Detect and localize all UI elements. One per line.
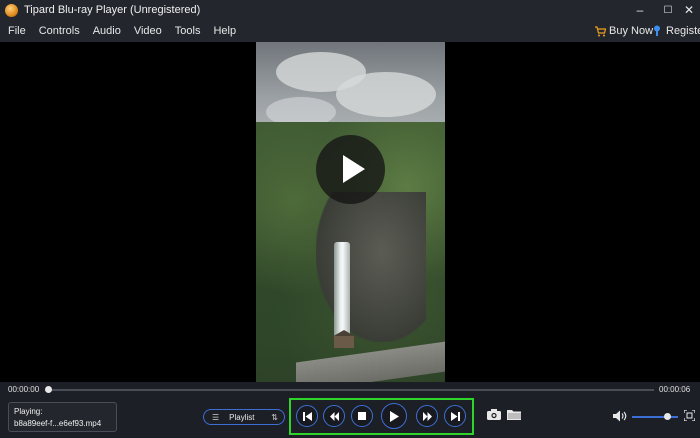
- fullscreen-icon[interactable]: [684, 410, 695, 421]
- menu-controls[interactable]: Controls: [39, 25, 80, 37]
- open-folder-icon[interactable]: [507, 409, 522, 420]
- close-button[interactable]: ✕: [678, 0, 700, 20]
- key-icon: [654, 25, 660, 36]
- menu-video[interactable]: Video: [134, 25, 162, 37]
- seek-bar[interactable]: [48, 389, 654, 391]
- buy-now-label: Buy Now: [609, 25, 654, 37]
- rewind-button[interactable]: [323, 405, 345, 427]
- sort-icon[interactable]: ⇅: [271, 413, 278, 422]
- snapshot-camera-icon[interactable]: [487, 409, 501, 420]
- seek-handle[interactable]: [45, 386, 52, 393]
- register-label: Register: [666, 25, 700, 37]
- video-frame: [256, 42, 445, 382]
- volume-slider[interactable]: [632, 416, 678, 418]
- next-button[interactable]: [444, 405, 466, 427]
- fast-forward-button[interactable]: [416, 405, 438, 427]
- register-link[interactable]: Register: [652, 20, 700, 42]
- window-title: Tipard Blu-ray Player (Unregistered): [24, 4, 201, 16]
- video-display[interactable]: [0, 42, 700, 382]
- list-icon: ☰: [212, 412, 220, 422]
- skip-previous-icon: [302, 411, 312, 421]
- menu-tools[interactable]: Tools: [175, 25, 201, 37]
- center-play-button[interactable]: [316, 135, 385, 204]
- stop-icon: [358, 412, 366, 420]
- now-playing-file: b8a89eef-f...e6ef93.mp4: [14, 419, 102, 428]
- cart-icon: [595, 25, 606, 36]
- title-bar: Tipard Blu-ray Player (Unregistered): [0, 0, 700, 20]
- play-button[interactable]: [381, 403, 407, 429]
- skip-next-icon: [450, 411, 460, 421]
- minimize-button[interactable]: –: [629, 0, 651, 20]
- menu-audio[interactable]: Audio: [93, 25, 121, 37]
- now-playing-label: Playing:: [14, 407, 43, 416]
- current-time: 00:00:00: [8, 385, 40, 394]
- previous-button[interactable]: [296, 405, 318, 427]
- rewind-icon: [329, 411, 339, 421]
- playlist-label: Playlist: [229, 412, 255, 422]
- volume-handle[interactable]: [663, 413, 671, 420]
- volume-icon[interactable]: [613, 410, 627, 422]
- menu-file[interactable]: File: [8, 25, 26, 37]
- total-time: 00:00:06: [659, 385, 691, 394]
- playlist-button[interactable]: ☰ Playlist ⇅: [203, 409, 285, 425]
- play-icon: [390, 410, 399, 422]
- stop-button[interactable]: [351, 405, 373, 427]
- fast-forward-icon: [422, 411, 432, 421]
- app-logo-icon: [5, 3, 18, 17]
- buy-now-link[interactable]: Buy Now: [594, 20, 653, 42]
- menu-help[interactable]: Help: [213, 25, 236, 37]
- now-playing-box: Playing: b8a89eef-f...e6ef93.mp4: [8, 402, 117, 432]
- maximize-button[interactable]: ☐: [657, 0, 679, 20]
